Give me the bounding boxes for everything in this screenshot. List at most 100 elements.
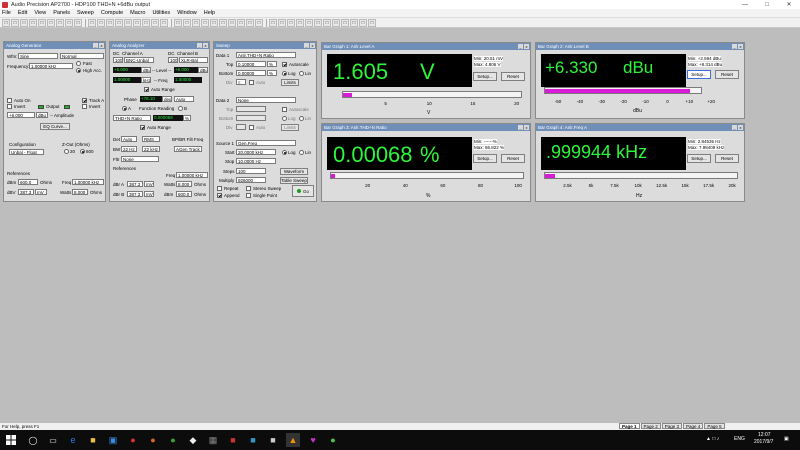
task-view-icon[interactable]: ▭ [46,433,60,447]
auto-on-checkbox[interactable] [7,98,12,103]
toolbar-button-29[interactable]: □ [269,18,277,27]
dbrb-input[interactable]: 387.3 [127,191,143,197]
bg3-setup-button[interactable]: Setup... [473,154,497,163]
bw-low-select[interactable]: 22 Hz [121,146,137,152]
toolbar-button-23[interactable]: □ [210,18,218,27]
configuration-select[interactable]: Unbal - Float [9,149,44,155]
menu-edit[interactable]: Edit [18,10,27,16]
page-tab-4[interactable]: Page 4 [683,423,704,429]
close-icon[interactable]: x [99,43,104,48]
freq-a-unit[interactable]: kHz [141,77,151,83]
thdn-unit[interactable]: % [183,115,191,121]
app-icon-blue[interactable]: ■ [246,433,260,447]
eq-curve-button[interactable]: EQ Curve... [40,123,70,130]
edge-icon[interactable]: e [66,433,80,447]
det-mode-select[interactable]: RMS [142,136,160,142]
dbra-unit[interactable]: mV [144,181,154,187]
div-auto-checkbox[interactable] [249,80,254,85]
dbm-input[interactable]: 600.0 [176,191,192,197]
start-icon[interactable] [4,433,18,447]
toolbar-button-18[interactable]: □ [160,18,168,27]
function-b-radio[interactable] [178,106,183,111]
app-icon-grey[interactable]: ■ [266,433,280,447]
toolbar-button-22[interactable]: □ [201,18,209,27]
toolbar-button-5[interactable]: □ [38,18,46,27]
toolbar-button-15[interactable]: □ [133,18,141,27]
div2-input[interactable] [236,124,246,130]
dbrb-unit[interactable]: mV [144,191,154,197]
menu-panels[interactable]: Panels [53,10,70,16]
bg4-reset-button[interactable]: Reset [715,154,739,163]
toolbar-button-10[interactable]: □ [88,18,96,27]
det-select[interactable]: Auto [121,136,137,142]
range-b-select[interactable]: 100k [168,57,178,63]
page-tab-5[interactable]: Page 5 [704,423,725,429]
page-tab-3[interactable]: Page 3 [661,423,683,429]
minimize-button[interactable]: — [734,0,756,9]
toolbar-button-24[interactable]: □ [219,18,227,27]
search-icon[interactable]: ◯ [26,433,40,447]
table-sweep-button[interactable]: Table Sweep [280,177,308,184]
menu-view[interactable]: View [34,10,46,16]
audio-precision-taskbar-icon[interactable]: ▲ [286,433,300,447]
watts-ref-input[interactable]: 8.000 [72,189,88,195]
toolbar-button-13[interactable]: □ [115,18,123,27]
autoscale-checkbox[interactable] [282,62,287,67]
frequency-input[interactable]: 1.00000 kHz [29,63,73,69]
watts-input[interactable]: 8.000 [176,181,192,187]
div-input[interactable]: 5 [236,79,246,85]
log3-radio[interactable] [282,150,287,155]
menu-sweep[interactable]: Sweep [77,10,94,16]
close-icon[interactable]: x [203,43,208,48]
bg1-reset-button[interactable]: Reset [501,72,525,81]
high-acc-radio[interactable] [76,68,81,73]
close-icon[interactable]: x [310,43,315,48]
minimize-icon[interactable]: _ [518,125,523,130]
minimize-icon[interactable]: _ [732,125,737,130]
app-icon-orange[interactable]: ● [146,433,160,447]
source-a-select[interactable]: BNC-Unbal [124,57,154,63]
bg4-setup-button[interactable]: Setup... [687,154,711,163]
single-point-checkbox[interactable] [246,193,251,198]
invert-checkbox[interactable] [7,104,12,109]
bg2-setup-button[interactable]: Setup... [687,70,711,79]
bg2-reset-button[interactable]: Reset [715,70,739,79]
app-icon-red-2[interactable]: ■ [226,433,240,447]
function-a-radio[interactable] [122,106,127,111]
z20-radio[interactable] [64,149,69,154]
toolbar-button-28[interactable]: □ [255,18,263,27]
track-a-checkbox[interactable] [82,98,87,103]
bg1-setup-button[interactable]: Setup... [473,72,497,81]
toolbar-button-32[interactable]: □ [296,18,304,27]
bg3-reset-button[interactable]: Reset [501,154,525,163]
repeat-checkbox[interactable] [217,186,222,191]
app-icon-green-2[interactable]: ● [326,433,340,447]
freq-ref-input[interactable]: 1.00000 kHz [72,179,104,185]
freq-ref-input[interactable]: 1.00000 kHz [176,172,208,178]
agen-track-select[interactable]: AGen Track [174,146,202,152]
wfm-mode-select[interactable]: Normal [60,53,104,59]
lin3-radio[interactable] [299,150,304,155]
tray-icons[interactable]: ▲ □ ♪ [706,436,719,442]
top2-input[interactable] [236,106,266,112]
output-on-b-indicator[interactable] [64,105,70,109]
menu-macro[interactable]: Macro [130,10,145,16]
toolbar-button-7[interactable]: □ [56,18,64,27]
menu-utilities[interactable]: Utilities [152,10,170,16]
bottom-unit[interactable]: % [267,70,277,76]
dbv-ref-unit-select[interactable]: mV [35,189,47,195]
log2-radio[interactable] [282,116,287,121]
invert-b-checkbox[interactable] [82,104,87,109]
toolbar-button-21[interactable]: □ [192,18,200,27]
clock-time[interactable]: 12:07 [758,432,771,438]
close-button[interactable]: ✕ [778,0,800,9]
auto-range-2-checkbox[interactable] [140,125,145,130]
calculator-icon[interactable]: ▦ [206,433,220,447]
close-icon[interactable]: x [738,125,743,130]
minimize-icon[interactable]: _ [518,44,523,49]
toolbar-button-30[interactable]: □ [278,18,286,27]
toolbar-button-3[interactable]: □ [20,18,28,27]
stereo-sweep-checkbox[interactable] [246,186,251,191]
menu-file[interactable]: File [2,10,11,16]
toolbar-button-12[interactable]: □ [106,18,114,27]
